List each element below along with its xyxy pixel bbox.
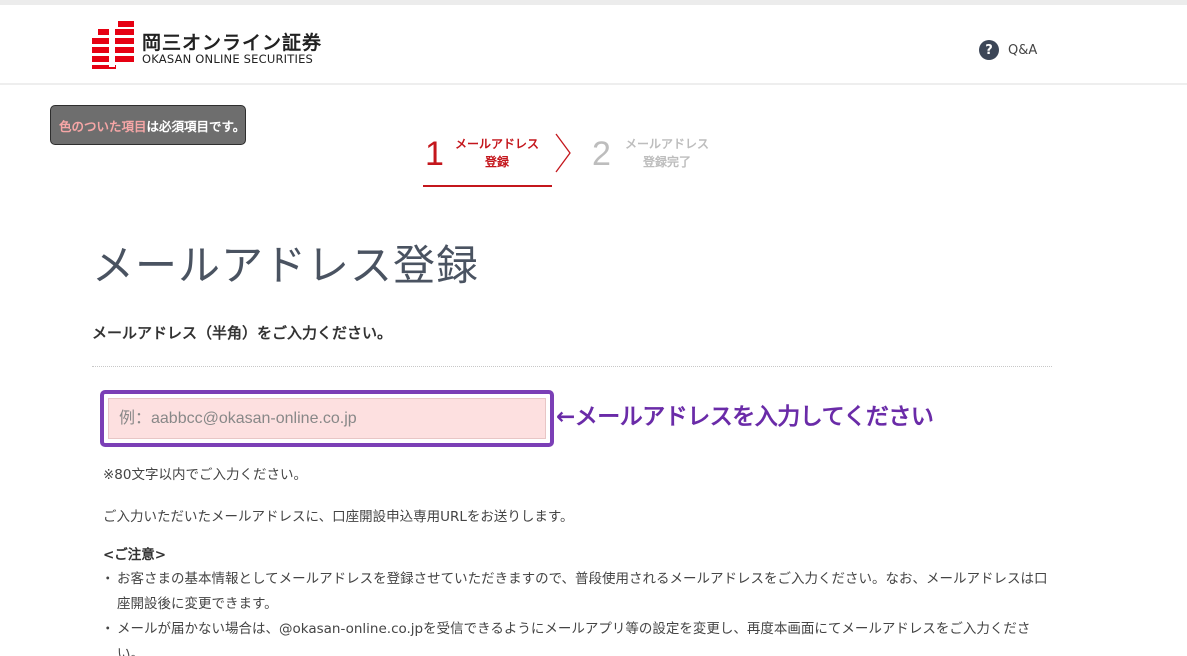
logo-english-name: OKASAN ONLINE SECURITIES <box>142 52 314 66</box>
required-fields-note: 色のついた項目 は必須項目です。 <box>50 105 246 145</box>
qa-link[interactable]: ? Q&A <box>979 40 1037 60</box>
email-info-text: ご入力いただいたメールアドレスに、口座開設申込専用URLをお送りします。 <box>103 509 574 525</box>
qa-label: Q&A <box>1008 42 1038 58</box>
required-note-highlight: 色のついた項目 <box>59 118 147 134</box>
email-field-highlight-frame <box>100 390 554 447</box>
okasan-logo-mark-icon <box>92 21 134 69</box>
caution-heading: <ご注意> <box>103 547 167 563</box>
required-note-text: は必須項目です。 <box>146 118 246 134</box>
dotted-divider <box>92 366 1052 367</box>
caution-item: お客さまの基本情報としてメールアドレスを登録させていただきますので、普段使用され… <box>101 567 1048 617</box>
email-section-heading: メールアドレス（半角）をご入力ください。 <box>92 324 393 342</box>
page-title: メールアドレス登録 <box>92 241 480 290</box>
caution-item: メールが届かない場合は、@okasan-online.co.jpを受信できるよう… <box>101 617 1048 656</box>
step-1-label: メールアドレス 登録 <box>447 135 547 171</box>
step-chevron-right-icon <box>555 133 571 173</box>
step-1-number: 1 <box>425 135 444 173</box>
email-input[interactable] <box>108 398 546 439</box>
okasan-logo[interactable]: 岡三オンライン証券 OKASAN ONLINE SECURITIES <box>92 21 321 73</box>
site-header: 岡三オンライン証券 OKASAN ONLINE SECURITIES ? Q&A <box>0 5 1187 85</box>
step-1-label-line1: メールアドレス <box>454 137 539 151</box>
step-1-label-line2: 登録 <box>484 155 509 169</box>
email-input-annotation: ←メールアドレスを入力してください <box>556 404 934 430</box>
step-2-number: 2 <box>592 135 611 173</box>
logo-japanese-name: 岡三オンライン証券 <box>142 32 323 54</box>
question-circle-icon: ? <box>979 40 999 60</box>
step-2-label-line2: 登録完了 <box>642 155 691 169</box>
email-length-hint: ※80文字以内でご入力ください。 <box>103 467 307 483</box>
step-2-email-registration-complete: 2 メールアドレス 登録完了 <box>590 130 730 187</box>
step-1-email-registration: 1 メールアドレス 登録 <box>423 130 552 187</box>
caution-list: お客さまの基本情報としてメールアドレスを登録させていただきますので、普段使用され… <box>101 567 1048 656</box>
step-2-label: メールアドレス 登録完了 <box>617 135 717 171</box>
step-2-label-line1: メールアドレス <box>624 137 709 151</box>
